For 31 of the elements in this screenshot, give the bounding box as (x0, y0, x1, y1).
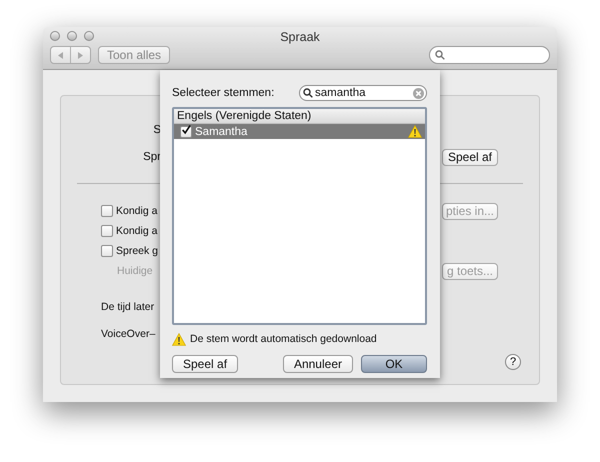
back-icon[interactable] (58, 52, 63, 58)
checkbox[interactable] (101, 225, 113, 237)
warning-icon (172, 332, 186, 346)
search-field[interactable] (429, 46, 550, 64)
checkbox[interactable] (180, 126, 192, 138)
checkbox-label: Kondig a (116, 205, 158, 217)
checkbox[interactable] (101, 245, 113, 257)
checkbox-label: Kondig a (116, 225, 158, 237)
sheet-button[interactable]: Annuleer (282, 355, 353, 373)
clear-icon[interactable] (413, 88, 424, 98)
select-voices-label: Selecteer stemmen: (172, 87, 274, 99)
setting-label: VoiceOver– (100, 328, 156, 340)
sheet-button[interactable]: Speel af (172, 355, 238, 373)
checkbox[interactable] (101, 205, 113, 217)
search-field[interactable]: samantha (299, 85, 427, 101)
setting-label: De tijd later (100, 301, 154, 313)
group-header: Engels (Verenigde Staten) (174, 109, 425, 124)
back-forward-control[interactable] (50, 46, 91, 64)
shortcut-label: Huidige (116, 265, 153, 277)
panel-button[interactable]: Speel af (442, 148, 498, 166)
window-title: Spraak (280, 30, 320, 44)
ok-button[interactable]: OK (361, 355, 427, 373)
search-icon (303, 88, 313, 98)
setting-label: Spr (142, 151, 161, 163)
help-button[interactable]: ? (505, 354, 521, 370)
checkbox-label: Spreek g (116, 245, 158, 257)
download-note: De stem wordt automatisch gedownload (190, 333, 377, 345)
setting-label: S (152, 124, 161, 136)
forward-icon[interactable] (78, 52, 83, 58)
voice-row[interactable]: Samantha (174, 124, 425, 139)
search-icon (435, 50, 445, 60)
